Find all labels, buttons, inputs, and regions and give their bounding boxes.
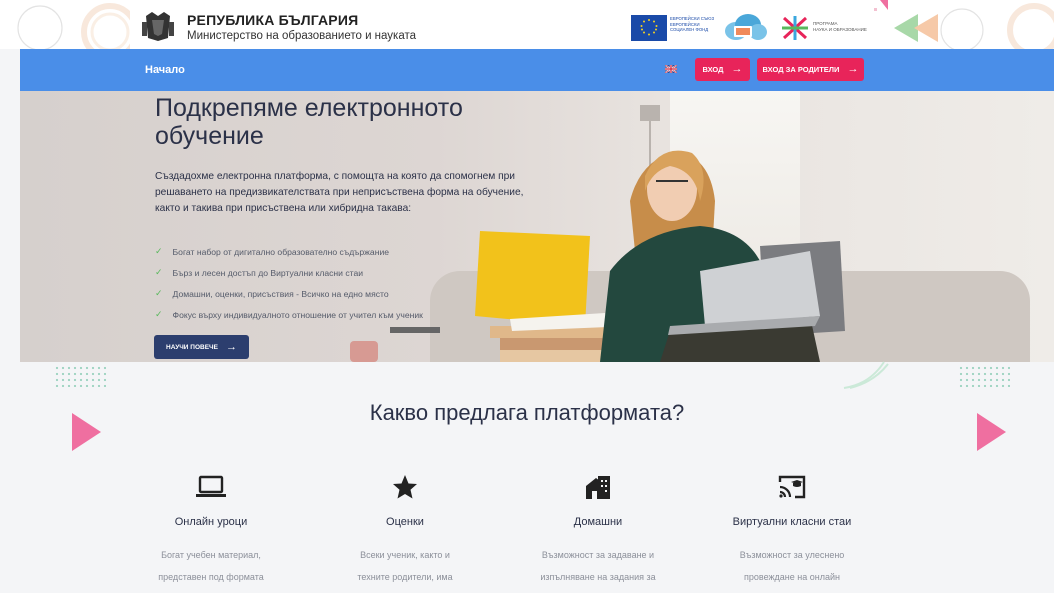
learn-more-button[interactable]: НАУЧИ ПОВЕЧЕ → <box>154 335 249 359</box>
feature-description-line: техните родители, има <box>357 572 453 582</box>
feature-description: Всеки ученик, както и техните родители, … <box>320 544 490 588</box>
top-header: РЕПУБЛИКА БЪЛГАРИЯ Министерство на образ… <box>0 0 1054 49</box>
decorative-dots-left <box>54 365 106 387</box>
ministry-subtitle: Министерство на образованието и науката <box>187 30 417 42</box>
nav-home-link[interactable]: Начало <box>145 64 185 76</box>
cloud-education-logo <box>725 14 767 40</box>
feature-virtual-classrooms: Виртуални класни стаи Възможност за улес… <box>707 470 877 588</box>
feature-name: Оценки <box>386 516 424 528</box>
cast-classroom-icon <box>778 475 806 499</box>
list-item: ✓ Богат набор от дигитално образователно … <box>155 241 423 262</box>
star-icon <box>393 475 417 499</box>
feature-description-line: Всеки ученик, както и <box>360 550 450 560</box>
hero-banner: Подкрепяме електронното обучение Създадо… <box>20 91 1054 362</box>
login-button[interactable]: ВХОД → <box>695 58 750 81</box>
feature-grades: Оценки Всеки ученик, както и техните род… <box>320 470 490 588</box>
eu-fund-text: ЕВРОПЕЙСКИ СЪЮЗ ЕВРОПЕЙСКИ СОЦИАЛЕН ФОНД <box>670 16 715 32</box>
feature-description-line: провеждане на онлайн <box>744 572 840 582</box>
decorative-dots-right <box>958 365 1010 387</box>
feature-name: Онлайн уроци <box>174 516 248 528</box>
list-item-text: Бърз и лесен достъп до Виртуални класни … <box>172 267 364 278</box>
feature-description-line: Богат учебен материал, <box>161 550 261 560</box>
feature-description: Възможност за задаване и изпълняване на … <box>513 544 683 588</box>
check-icon: ✓ <box>155 267 163 277</box>
eu-flag-logo <box>631 15 667 41</box>
feature-description: Богат учебен материал, представен под фо… <box>126 544 296 588</box>
feature-homework: Домашни Възможност за задаване и изпълня… <box>513 470 683 588</box>
check-icon: ✓ <box>155 309 163 319</box>
feature-name: Домашни <box>573 516 623 528</box>
hero-benefits-list: ✓ Богат набор от дигитално образователно … <box>155 241 423 325</box>
list-item-text: Домашни, оценки, присъствия - Всичко на … <box>172 288 389 299</box>
arrow-right-icon: → <box>731 63 743 75</box>
decorative-arc <box>843 361 889 389</box>
hero-description: Създадохме електронна платформа, с помощ… <box>155 171 524 214</box>
learn-more-button-label: НАУЧИ ПОВЕЧЕ <box>166 343 218 351</box>
feature-description-line: изпълняване на задания за <box>540 572 656 582</box>
arrow-right-icon: → <box>225 340 237 353</box>
login-parents-button-label: ВХОД ЗА РОДИТЕЛИ <box>762 65 840 74</box>
bulgaria-coat-of-arms-logo <box>142 12 174 41</box>
main-navbar: Начало ВХОД → ВХОД ЗА РОДИТЕЛИ → <box>20 49 1054 91</box>
decorative-shapes-right <box>874 0 1054 49</box>
hero-title: Подкрепяме електронното обучение <box>155 94 463 150</box>
svg-text:ПРОГРАМА: ПРОГРАМА <box>813 21 838 26</box>
uk-flag-icon[interactable] <box>665 65 677 73</box>
feature-name: Виртуални класни стаи <box>732 516 852 528</box>
check-icon: ✓ <box>155 288 163 298</box>
list-item: ✓ Домашни, оценки, присъствия - Всичко на… <box>155 283 423 304</box>
check-icon: ✓ <box>155 246 163 256</box>
feature-description-line: Възможност за задаване и <box>541 550 655 560</box>
feature-description-line: представен под формата <box>158 572 264 582</box>
login-parents-button[interactable]: ВХОД ЗА РОДИТЕЛИ → <box>757 58 864 81</box>
arrow-right-icon: → <box>847 63 859 75</box>
svg-text:НАУКА И ОБРАЗОВАНИЕ: НАУКА И ОБРАЗОВАНИЕ <box>813 27 867 32</box>
laptop-icon <box>196 475 226 497</box>
ministry-title: РЕПУБЛИКА БЪЛГАРИЯ <box>187 12 359 28</box>
opvo-program-logo: ПРОГРАМА НАУКА И ОБРАЗОВАНИЕ <box>782 16 867 40</box>
section-title: Какво предлага платформата? <box>369 400 685 425</box>
feature-description: Възможност за улеснено провеждане на онл… <box>707 544 877 588</box>
feature-online-lessons: Онлайн уроци Богат учебен материал, пред… <box>126 470 296 588</box>
list-item: ✓ Бърз и лесен достъп до Виртуални класни… <box>155 262 423 283</box>
house-icon <box>586 476 610 499</box>
login-button-label: ВХОД <box>702 65 724 74</box>
list-item: ✓ Фокус върху индивидуалното отношение от… <box>155 304 423 325</box>
page: РЕПУБЛИКА БЪЛГАРИЯ Министерство на образ… <box>0 0 1054 593</box>
list-item-text: Богат набор от дигитално образователно с… <box>172 246 390 257</box>
list-item-text: Фокус върху индивидуалното отношение от … <box>172 309 423 320</box>
feature-description-line: Възможност за улеснено <box>739 550 845 560</box>
decorative-circles-left <box>17 3 130 49</box>
